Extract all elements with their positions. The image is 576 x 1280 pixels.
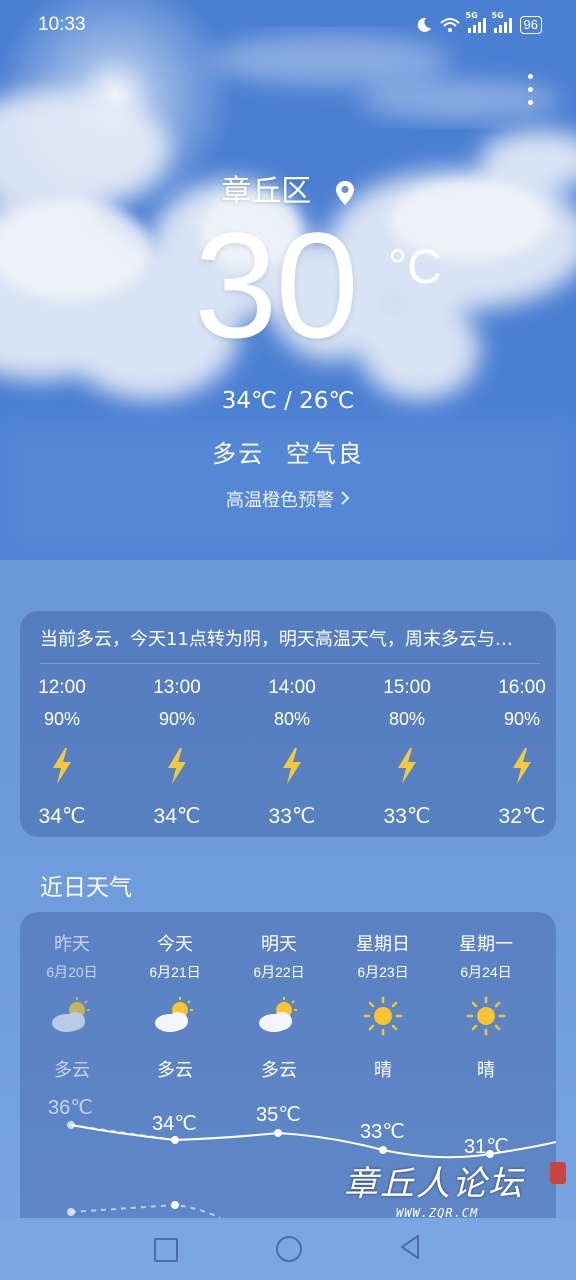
- recent-apps-button[interactable]: [154, 1238, 178, 1262]
- precip-chance: 80%: [388, 709, 426, 729]
- air-quality[interactable]: 空气良: [286, 440, 364, 468]
- hour-time: 13:00: [153, 677, 201, 698]
- network-2-label: 5G: [491, 11, 504, 20]
- hour-time: 12:00: [38, 677, 86, 698]
- hour-time: 14:00: [268, 677, 316, 698]
- high-temp-label: 36℃: [48, 1097, 93, 1119]
- precip-chance: 90%: [503, 709, 541, 729]
- back-button[interactable]: [398, 1234, 422, 1260]
- hourly-item: 16:00 90% 32℃: [477, 677, 567, 829]
- hourly-item: 14:00 80% 33℃: [247, 677, 337, 829]
- hour-temp: 34℃: [38, 805, 86, 828]
- hour-time: 16:00: [498, 677, 546, 698]
- weather-alert[interactable]: 高温橙色预警: [0, 486, 576, 512]
- seal-stamp: [550, 1162, 566, 1184]
- thunder-icon: [53, 748, 71, 784]
- status-time: 10:33: [38, 14, 86, 35]
- battery-indicator: 96: [519, 16, 542, 34]
- high-temp-label: 35℃: [256, 1104, 301, 1126]
- watermark-title: 章丘人论坛: [344, 1164, 524, 1204]
- system-nav-bar: [0, 1218, 576, 1280]
- moon-icon: [417, 17, 431, 32]
- precip-chance: 80%: [273, 709, 311, 729]
- curve-point: [67, 1208, 75, 1216]
- home-button[interactable]: [276, 1236, 302, 1262]
- thunder-icon: [398, 748, 416, 784]
- hourly-item: 15:00 80% 33℃: [362, 677, 452, 829]
- hourly-forecast-card[interactable]: 当前多云，今天11点转为阴，明天高温天气，周末多云与… 12:00 90% 34…: [20, 611, 556, 837]
- curve-point: [274, 1129, 282, 1137]
- hour-temp: 33℃: [383, 805, 431, 828]
- alert-text: 高温橙色预警: [226, 490, 334, 511]
- hourly-item: 12:00 90% 34℃: [17, 677, 107, 829]
- chevron-right-icon: [341, 491, 350, 505]
- condition-line: 多云 空气良: [0, 434, 576, 469]
- curve-point: [171, 1136, 179, 1144]
- thunder-icon: [283, 748, 301, 784]
- high-temp-label: 33℃: [360, 1121, 405, 1143]
- signal-1-icon: 5G: [466, 11, 486, 33]
- current-temperature: 30: [194, 201, 359, 369]
- status-icons: 5G 5G 96: [416, 11, 542, 34]
- hour-time: 15:00: [383, 677, 431, 698]
- forecast-summary: 当前多云，今天11点转为阴，明天高温天气，周末多云与…: [40, 629, 513, 650]
- hour-temp: 34℃: [153, 805, 201, 828]
- hourly-item: 13:00 90% 34℃: [132, 677, 222, 829]
- precip-chance: 90%: [158, 709, 196, 729]
- status-bar: 10:33 5G 5G 96: [0, 0, 576, 52]
- thunder-icon: [513, 748, 531, 784]
- thunder-icon: [168, 748, 186, 784]
- signal-2-icon: 5G: [492, 11, 512, 33]
- temperature-range: 34℃ / 26℃: [221, 388, 355, 414]
- divider: [40, 663, 540, 664]
- precip-chance: 90%: [43, 709, 81, 729]
- recent-weather-title: 近日天气: [40, 875, 132, 901]
- high-temp-label: 34℃: [152, 1113, 197, 1135]
- curve-point: [67, 1121, 75, 1129]
- hour-temp: 33℃: [268, 805, 316, 828]
- network-1-label: 5G: [465, 11, 478, 20]
- weather-condition: 多云: [212, 440, 265, 468]
- hour-temp: 32℃: [498, 805, 546, 828]
- temperature-unit: °C: [388, 241, 442, 294]
- curve-point: [171, 1201, 179, 1209]
- more-menu-icon[interactable]: [528, 74, 536, 113]
- forum-watermark: 章丘人论坛 WWW.ZQR.CM: [344, 1150, 574, 1228]
- wifi-icon: [439, 18, 460, 32]
